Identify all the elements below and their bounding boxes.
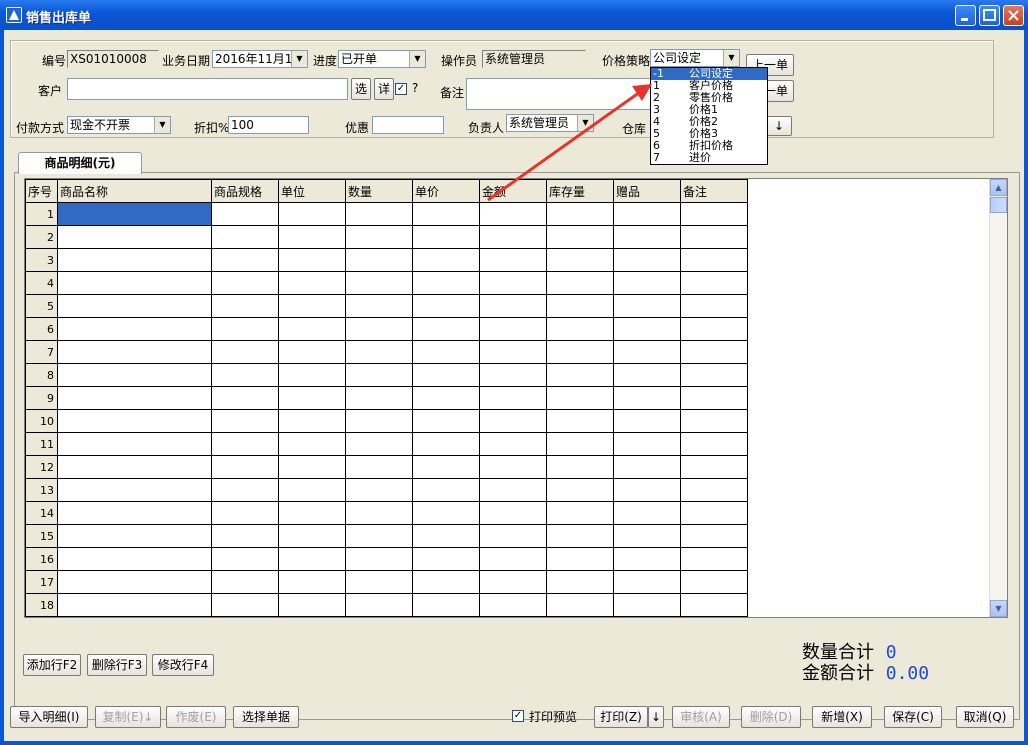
arrow-shaft — [487, 90, 641, 202]
arrow-head — [632, 84, 652, 101]
annotation-arrow — [487, 84, 652, 202]
